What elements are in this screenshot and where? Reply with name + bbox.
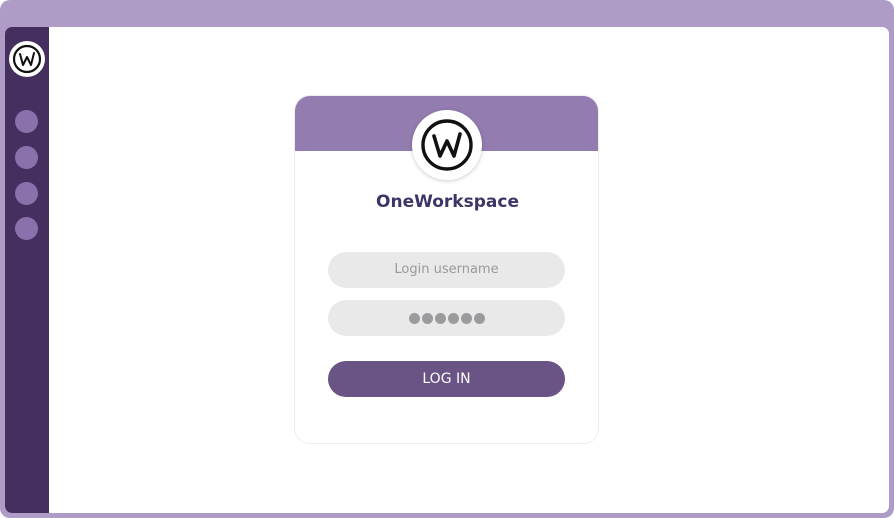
w-logo-icon[interactable] [9,41,45,77]
login-card: OneWorkspace LOG IN [294,95,599,444]
login-button[interactable]: LOG IN [328,361,565,397]
password-dot [421,312,433,324]
password-dot [473,312,485,324]
app-name: OneWorkspace [376,192,519,212]
sidebar [5,27,49,513]
password-dot [434,312,446,324]
w-logo-icon [412,110,482,180]
window-frame: OneWorkspace LOG IN [0,0,894,518]
password-dot [460,312,472,324]
password-dot [408,312,420,324]
sidebar-nav-item-1[interactable] [15,110,38,133]
username-input[interactable] [328,252,565,288]
app-window: OneWorkspace LOG IN [5,27,889,513]
password-input[interactable] [328,300,565,336]
sidebar-nav-item-4[interactable] [15,217,38,240]
password-dot [447,312,459,324]
sidebar-nav-item-3[interactable] [15,182,38,205]
sidebar-nav-item-2[interactable] [15,146,38,169]
password-mask [328,300,565,336]
